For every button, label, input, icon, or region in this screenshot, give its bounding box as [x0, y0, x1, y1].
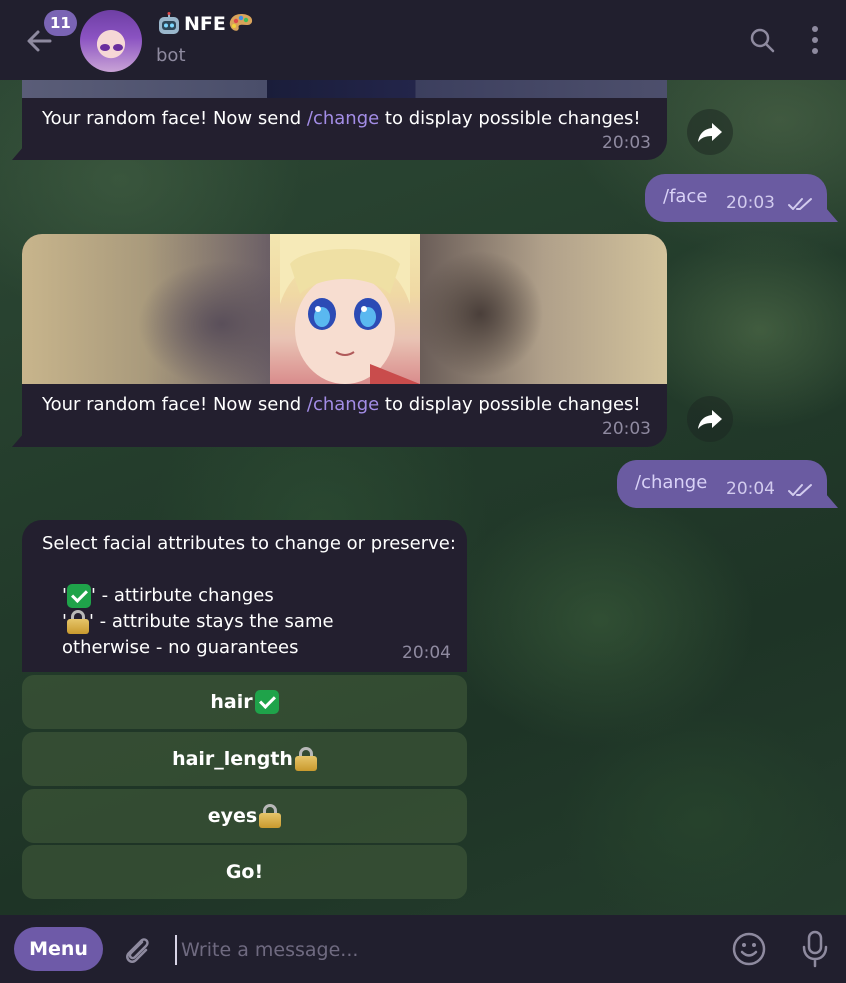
palette-icon	[229, 14, 252, 31]
message-input[interactable]	[175, 935, 695, 965]
search-button[interactable]	[748, 26, 776, 54]
voice-button[interactable]	[800, 929, 830, 969]
emoji-button[interactable]	[731, 931, 767, 967]
double-check-icon	[788, 198, 812, 210]
bubble-tail	[12, 146, 24, 160]
microphone-icon	[802, 930, 828, 968]
message-composer: Menu	[0, 915, 846, 983]
message-incoming: Select facial attributes to change or pr…	[22, 520, 467, 672]
bubble-tail	[826, 494, 838, 508]
anime-face-image	[270, 234, 420, 384]
chat-subtitle: bot	[156, 45, 186, 66]
message-outgoing: /change 20:04	[617, 460, 827, 508]
avatar[interactable]	[80, 10, 142, 72]
photo-blur-right	[420, 234, 667, 384]
message-photo[interactable]	[22, 234, 667, 384]
message-text[interactable]: /change	[635, 472, 707, 493]
message-outgoing: /face 20:03	[645, 174, 827, 222]
instructions-line-3: ' ' - attribute stays the same	[62, 610, 334, 634]
check-emoji-icon	[254, 690, 279, 714]
button-label: eyes	[207, 805, 258, 827]
lock-emoji-icon	[259, 804, 282, 828]
message-time: 20:04	[402, 643, 451, 663]
command-link[interactable]: /change	[307, 394, 379, 415]
button-label: Go!	[225, 861, 264, 883]
message-text: Your random face! Now send /change to di…	[42, 108, 641, 129]
forward-button[interactable]	[687, 396, 733, 442]
message-text[interactable]: /face	[663, 186, 707, 207]
message-text: Your random face! Now send /change to di…	[42, 394, 641, 415]
message-time: 20:03	[602, 419, 651, 439]
check-emoji-icon	[66, 584, 91, 608]
button-label: hair_length	[172, 748, 293, 770]
paperclip-icon	[126, 938, 149, 963]
avatar-eye-right	[113, 44, 123, 51]
button-label: hair	[210, 691, 253, 713]
message-time: 20:03	[726, 193, 775, 213]
bubble-tail	[12, 433, 24, 447]
unread-badge: 11	[44, 10, 77, 36]
instructions-line-1: Select facial attributes to change or pr…	[42, 533, 456, 554]
command-link[interactable]: /change	[307, 108, 379, 129]
forward-icon	[698, 410, 722, 429]
message-incoming: Your random face! Now send /change to di…	[22, 234, 667, 447]
more-button[interactable]	[806, 24, 824, 56]
lock-emoji-icon	[294, 747, 317, 771]
avatar-eye-left	[100, 44, 110, 51]
chat-title[interactable]: NFE	[156, 12, 254, 36]
attach-button[interactable]	[120, 933, 154, 967]
lock-emoji-icon	[66, 610, 89, 634]
forward-icon	[698, 123, 722, 142]
double-check-icon	[788, 484, 812, 496]
chat-header: 11 NFE bot	[0, 0, 846, 80]
robot-icon	[159, 12, 179, 34]
keyboard-button-hair-length[interactable]: hair_length	[22, 732, 467, 786]
keyboard-button-eyes[interactable]: eyes	[22, 789, 467, 843]
photo-blur-left	[22, 234, 270, 384]
chat-title-text: NFE	[184, 13, 226, 35]
forward-button[interactable]	[687, 109, 733, 155]
search-icon	[750, 28, 775, 53]
instructions-line-4: otherwise - no guarantees	[62, 637, 299, 658]
menu-button[interactable]: Menu	[14, 927, 103, 971]
bubble-tail	[826, 208, 838, 222]
smile-icon	[732, 932, 766, 966]
more-vertical-icon	[812, 26, 818, 54]
keyboard-button-hair[interactable]: hair	[22, 675, 467, 729]
face-icon	[280, 234, 420, 384]
message-time: 20:03	[602, 133, 651, 153]
instructions-line-2: ' ' - attirbute changes	[62, 584, 274, 608]
keyboard-button-go[interactable]: Go!	[22, 845, 467, 899]
message-time: 20:04	[726, 479, 775, 499]
